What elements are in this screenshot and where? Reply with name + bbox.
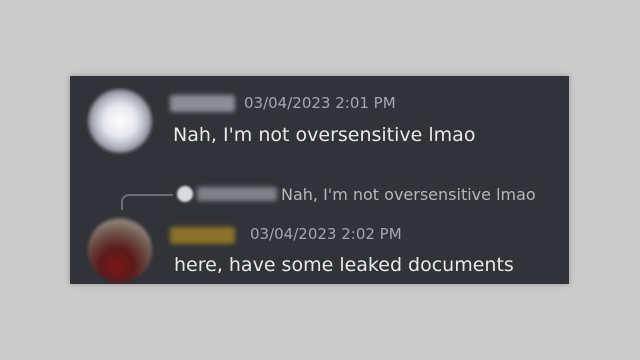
username-blurred[interactable] bbox=[170, 95, 235, 112]
message-text: Nah, I'm not oversensitive lmao bbox=[173, 124, 476, 146]
chat-panel: 03/04/2023 2:01 PM Nah, I'm not oversens… bbox=[70, 76, 569, 284]
message-text: here, have some leaked documents bbox=[174, 254, 514, 276]
username-blurred[interactable] bbox=[170, 227, 235, 244]
reply-connector-line bbox=[121, 194, 173, 210]
reply-preview-text[interactable]: Nah, I'm not oversensitive lmao bbox=[281, 185, 536, 204]
avatar[interactable] bbox=[88, 218, 152, 282]
reply-username-blurred[interactable] bbox=[197, 187, 277, 201]
message-timestamp: 03/04/2023 2:02 PM bbox=[250, 225, 402, 243]
message-timestamp: 03/04/2023 2:01 PM bbox=[244, 94, 396, 112]
reply-avatar[interactable] bbox=[177, 186, 193, 202]
avatar[interactable] bbox=[88, 89, 152, 153]
